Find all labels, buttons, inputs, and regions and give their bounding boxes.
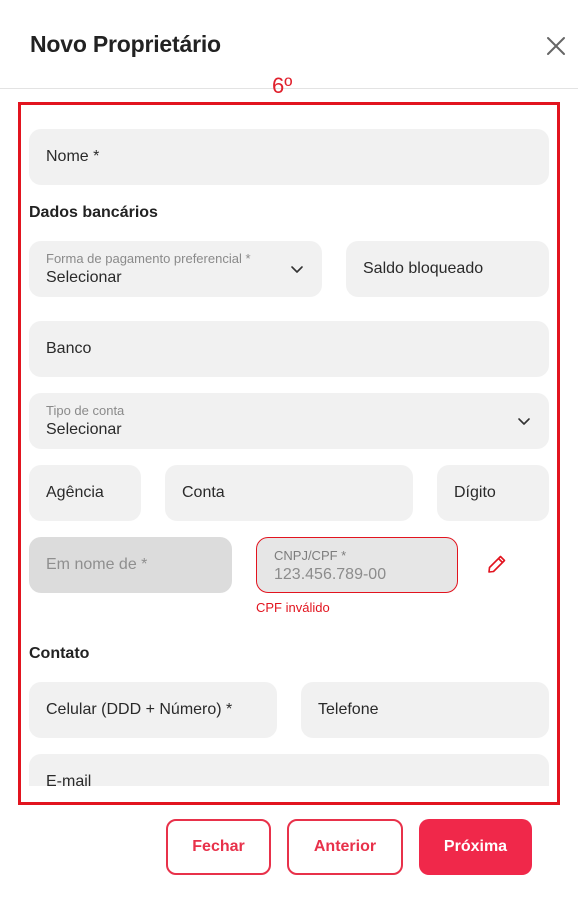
email-field[interactable]: E-mail xyxy=(29,754,549,786)
contato-heading: Contato xyxy=(29,645,90,662)
forma-pagamento-label: Forma de pagamento preferencial * xyxy=(46,251,251,266)
form-scroll-area[interactable]: Nome * Dados bancários Forma de pagament… xyxy=(21,105,557,786)
chevron-down-icon xyxy=(518,418,530,425)
cpf-error-message: CPF inválido xyxy=(256,600,330,615)
banco-placeholder: Banco xyxy=(46,340,92,357)
agencia-field[interactable]: Agência xyxy=(29,465,141,521)
saldo-bloqueado-field[interactable]: Saldo bloqueado xyxy=(346,241,549,297)
proxima-button[interactable]: Próxima xyxy=(419,819,532,875)
agencia-placeholder: Agência xyxy=(46,484,104,501)
tipo-conta-value: Selecionar xyxy=(46,421,122,438)
forma-pagamento-value: Selecionar xyxy=(46,269,122,286)
close-icon[interactable] xyxy=(544,34,568,58)
celular-placeholder: Celular (DDD + Número) * xyxy=(46,701,233,718)
conta-field[interactable]: Conta xyxy=(165,465,413,521)
nome-field[interactable]: Nome * xyxy=(29,129,549,185)
cnpj-cpf-value: 123.456.789-00 xyxy=(274,566,387,583)
telefone-field[interactable]: Telefone xyxy=(301,682,549,738)
em-nome-de-placeholder: Em nome de * xyxy=(46,556,148,573)
dados-bancarios-heading: Dados bancários xyxy=(29,204,158,221)
nome-placeholder: Nome * xyxy=(46,148,100,165)
page-title: Novo Proprietário xyxy=(30,31,221,57)
cnpj-cpf-field[interactable]: CNPJ/CPF * 123.456.789-00 xyxy=(256,537,458,593)
chevron-down-icon xyxy=(291,266,303,273)
telefone-placeholder: Telefone xyxy=(318,701,379,718)
em-nome-de-field[interactable]: Em nome de * xyxy=(29,537,232,593)
cnpj-cpf-label: CNPJ/CPF * xyxy=(274,548,347,563)
anterior-button[interactable]: Anterior xyxy=(287,819,403,875)
celular-field[interactable]: Celular (DDD + Número) * xyxy=(29,682,277,738)
conta-placeholder: Conta xyxy=(182,484,225,501)
forma-pagamento-select[interactable]: Forma de pagamento preferencial * Seleci… xyxy=(29,241,322,297)
saldo-bloqueado-placeholder: Saldo bloqueado xyxy=(363,260,484,277)
banco-field[interactable]: Banco xyxy=(29,321,549,377)
step-indicator: 6º xyxy=(272,73,293,98)
email-placeholder: E-mail xyxy=(46,773,92,786)
digito-field[interactable]: Dígito xyxy=(437,465,549,521)
fechar-button[interactable]: Fechar xyxy=(166,819,271,875)
pencil-icon[interactable] xyxy=(485,552,509,576)
tipo-conta-select[interactable]: Tipo de conta Selecionar xyxy=(29,393,549,449)
tipo-conta-label: Tipo de conta xyxy=(46,403,125,418)
digito-placeholder: Dígito xyxy=(454,484,496,501)
